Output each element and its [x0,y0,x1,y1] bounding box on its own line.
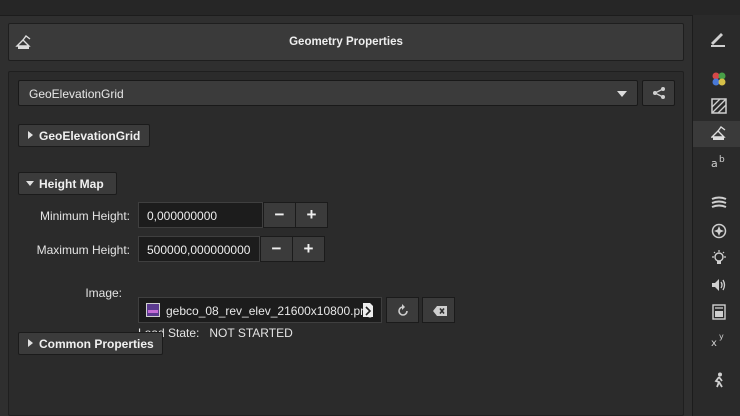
sidebar-item-light[interactable] [693,245,740,271]
clear-button[interactable] [422,297,455,323]
person-icon [714,372,723,388]
top-toolbar [0,0,740,16]
increment-button[interactable]: + [293,237,324,261]
open-file-icon[interactable] [360,302,376,318]
light-icon [712,250,726,264]
sidebar-item-navigation[interactable] [693,218,740,244]
chevron-down-icon [617,91,627,97]
minimum-height-stepper: − + [263,202,328,228]
svg-text:x: x [711,338,717,347]
sidebar-item-pen[interactable] [693,26,740,52]
maximum-height-input[interactable]: 500000,000000000 [138,236,260,262]
image-file-name: gebco_08_rev_elev_21600x10800.png [166,304,374,318]
minimum-height-label: Minimum Height: [39,209,130,223]
node-type-select[interactable]: GeoElevationGrid [18,80,638,106]
sidebar-item-color[interactable] [693,66,740,92]
sidebar-item-layers[interactable] [693,190,740,216]
image-label: Image: [85,286,122,300]
svg-text:y: y [719,332,724,341]
maximum-height-label: Maximum Height: [36,243,130,257]
image-thumbnail-icon [146,303,160,317]
minimum-height-value: 0,000000000 [147,209,218,223]
chevron-down-icon [26,181,34,186]
math-icon: xy [711,332,724,347]
right-sidebar: ab xy [692,15,740,416]
svg-text:a: a [711,157,718,169]
svg-text:b: b [719,155,725,165]
section-geoelevationgrid[interactable]: GeoElevationGrid [18,124,150,147]
panel-header: Geometry Properties [8,23,684,61]
sidebar-item-text[interactable]: ab [693,148,740,174]
image-file-field[interactable]: gebco_08_rev_elev_21600x10800.png [138,297,382,323]
decrement-button[interactable]: − [261,237,292,261]
texture-icon [711,98,727,114]
share-icon [653,87,665,99]
section-label: GeoElevationGrid [39,129,141,143]
reload-button[interactable] [386,297,419,323]
section-label: Common Properties [39,337,154,351]
section-label: Height Map [39,177,104,191]
section-common-properties[interactable]: Common Properties [18,332,163,355]
pen-icon [711,33,725,47]
sound-icon [712,279,726,291]
properties-content: GeoElevationGrid GeoElevationGrid Height… [8,71,684,416]
sidebar-item-math[interactable]: xy [693,326,740,352]
node-type-value: GeoElevationGrid [29,87,124,101]
sidebar-item-sound[interactable] [693,272,740,298]
panel-title: Geometry Properties [289,36,403,48]
increment-button[interactable]: + [296,203,327,227]
share-button[interactable] [642,80,675,106]
backspace-icon [433,306,447,316]
chevron-right-icon [28,131,33,139]
sidebar-item-texture[interactable] [693,93,740,119]
sidebar-item-script[interactable] [693,299,740,325]
geometry-properties-panel: Geometry Properties GeoElevationGrid Geo… [8,23,684,416]
script-icon [712,304,726,320]
section-height-map[interactable]: Height Map [18,172,117,195]
decrement-button[interactable]: − [264,203,295,227]
minimum-height-input[interactable]: 0,000000000 [138,202,263,228]
color-icon [712,72,726,86]
maximum-height-stepper: − + [260,236,325,262]
chevron-right-icon [28,339,33,347]
navigation-icon [711,223,727,239]
maximum-height-value: 500000,000000000 [147,243,251,257]
reload-icon [398,304,408,316]
sidebar-item-person[interactable] [693,367,740,393]
geometry-icon [711,126,726,140]
sidebar-item-geometry[interactable] [693,121,740,147]
load-state-value: NOT STARTED [209,326,293,340]
text-icon: ab [711,155,725,169]
layers-icon [711,196,727,208]
